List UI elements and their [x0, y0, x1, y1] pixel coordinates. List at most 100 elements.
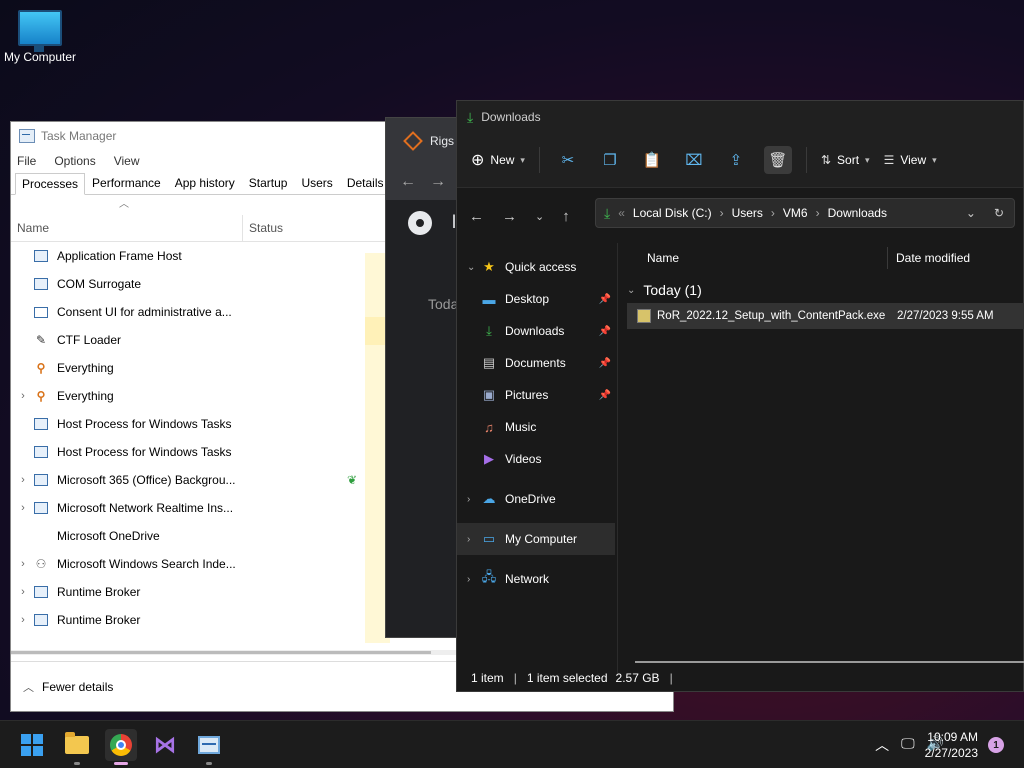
- nav-item-desktop[interactable]: ▬ Desktop 📌: [457, 283, 615, 315]
- visual-studio-icon: ⋈: [154, 732, 176, 757]
- music-icon: ♫: [484, 419, 494, 435]
- copy-icon[interactable]: ❐: [596, 146, 624, 174]
- tab-performance[interactable]: Performance: [85, 172, 168, 194]
- file-row[interactable]: RoR_2022.12_Setup_with_ContentPack.exe 2…: [627, 303, 1024, 329]
- process-name: Microsoft Windows Search Inde...: [57, 557, 236, 571]
- taskbar-visual-studio[interactable]: ⋈: [149, 729, 181, 761]
- fewer-details-label: Fewer details: [42, 679, 114, 694]
- navigation-pane: ⌄ ★ Quick access ▬ Desktop 📌 ⤓ Downloads…: [457, 243, 615, 663]
- chevron-right-icon[interactable]: ›: [13, 586, 33, 598]
- tab-processes[interactable]: Processes: [15, 173, 86, 195]
- chevron-right-icon[interactable]: ›: [13, 474, 33, 486]
- chevron-down-icon: ▾: [865, 154, 870, 165]
- forward-arrow-icon[interactable]: →: [430, 173, 446, 191]
- column-date-modified-header[interactable]: Date modified: [888, 251, 970, 265]
- recent-locations-icon[interactable]: ⌄: [535, 210, 544, 223]
- sort-arrows-icon: ⇅: [820, 153, 832, 167]
- horizontal-scrollbar[interactable]: [635, 661, 1024, 663]
- notification-badge[interactable]: 1: [988, 737, 1004, 753]
- chevron-right-icon[interactable]: ›: [467, 494, 481, 505]
- column-name-header[interactable]: Name: [11, 215, 243, 241]
- up-arrow-icon[interactable]: ↑: [562, 208, 570, 225]
- taskbar-chrome[interactable]: [105, 729, 137, 765]
- view-label: View: [900, 153, 927, 167]
- nav-item-downloads[interactable]: ⤓ Downloads 📌: [457, 315, 615, 347]
- new-button[interactable]: ⊕ New ▾: [471, 150, 525, 170]
- clock[interactable]: 10:09 AM 2/27/2023: [925, 729, 978, 761]
- process-name: Runtime Broker: [57, 613, 141, 627]
- delete-icon[interactable]: 🗑: [763, 146, 792, 174]
- tab-app-history[interactable]: App history: [168, 172, 242, 194]
- file-list: Name Date modified ⌄ Today (1) RoR_2022.…: [627, 243, 1024, 673]
- window-icon: [33, 445, 49, 459]
- nav-item-videos[interactable]: ▶ Videos: [457, 443, 615, 475]
- nav-item-pictures[interactable]: ▣ Pictures 📌: [457, 379, 615, 411]
- share-icon[interactable]: ⇪: [722, 146, 750, 174]
- pane-divider[interactable]: [617, 243, 618, 673]
- paste-icon[interactable]: 📋: [638, 146, 666, 174]
- magnifier-icon: ⚲: [36, 361, 46, 375]
- tab-details[interactable]: Details: [340, 172, 391, 194]
- video-icon: ▶: [484, 451, 494, 466]
- forward-arrow-icon[interactable]: →: [502, 208, 517, 225]
- desktop-my-computer[interactable]: My Computer: [2, 10, 78, 64]
- breadcrumb-downloads[interactable]: Downloads: [828, 206, 887, 220]
- start-button[interactable]: [16, 729, 48, 761]
- network-icon[interactable]: 🖵: [901, 735, 915, 755]
- chevron-right-icon[interactable]: ›: [467, 574, 481, 585]
- view-button[interactable]: ☰ View ▾: [884, 153, 937, 167]
- tab-startup[interactable]: Startup: [242, 172, 295, 194]
- process-name: Everything: [57, 389, 114, 403]
- tab-users[interactable]: Users: [294, 172, 339, 194]
- document-icon: ▤: [482, 355, 496, 370]
- task-manager-icon: [19, 129, 35, 143]
- breadcrumb-local-disk[interactable]: Local Disk (C:): [633, 206, 712, 220]
- cut-icon[interactable]: ✂: [554, 146, 582, 174]
- menu-options[interactable]: Options: [54, 154, 95, 168]
- column-name-header[interactable]: Name: [627, 247, 888, 269]
- nav-quick-access[interactable]: ⌄ ★ Quick access: [457, 251, 615, 283]
- status-item-count: 1 item: [471, 671, 504, 685]
- chevron-right-icon[interactable]: ›: [13, 614, 33, 626]
- explorer-titlebar[interactable]: ⤓ Downloads: [457, 101, 1023, 133]
- breadcrumb-users[interactable]: Users: [732, 206, 763, 220]
- chrome-today-text: Toda: [428, 296, 459, 312]
- address-bar[interactable]: ⤓ « Local Disk (C:) › Users › VM6 › Down…: [595, 198, 1015, 228]
- breadcrumb-overflow-icon[interactable]: «: [618, 206, 625, 220]
- refresh-icon[interactable]: ↻: [994, 206, 1004, 220]
- chevron-right-icon[interactable]: ›: [13, 558, 33, 570]
- pin-icon: 📌: [598, 357, 611, 369]
- chevron-right-icon[interactable]: ›: [13, 390, 33, 402]
- chevron-right-icon[interactable]: ›: [467, 534, 481, 545]
- nav-my-computer[interactable]: › ▭ My Computer: [457, 523, 615, 555]
- nav-onedrive[interactable]: › ☁ OneDrive: [457, 483, 615, 515]
- nav-my-computer-label: My Computer: [505, 532, 578, 546]
- taskbar-task-manager[interactable]: [193, 729, 225, 765]
- nav-label: Pictures: [505, 388, 549, 402]
- toolbar-separator: [805, 147, 807, 173]
- chevron-right-icon[interactable]: ›: [13, 502, 33, 514]
- menu-view[interactable]: View: [114, 154, 140, 168]
- desktop-icon: ▬: [482, 291, 496, 307]
- breadcrumb-vm6[interactable]: VM6: [783, 206, 808, 220]
- chevron-down-icon[interactable]: ⌄: [467, 262, 481, 273]
- new-label: New: [490, 153, 515, 167]
- chrome-logo-icon: [408, 211, 432, 235]
- sort-button[interactable]: ⇅ Sort ▾: [821, 153, 870, 167]
- taskbar-file-explorer[interactable]: [61, 729, 93, 765]
- menu-file[interactable]: File: [17, 154, 36, 168]
- nav-item-music[interactable]: ♫ Music: [457, 411, 615, 443]
- back-arrow-icon[interactable]: ←: [469, 208, 484, 225]
- nav-network[interactable]: › 🖧 Network: [457, 563, 615, 595]
- download-arrow-icon: ⤓: [467, 108, 474, 125]
- process-name: Application Frame Host: [57, 249, 182, 263]
- show-hidden-icons-icon[interactable]: ︿: [875, 735, 889, 755]
- back-arrow-icon[interactable]: ←: [400, 173, 416, 191]
- group-today[interactable]: ⌄ Today (1): [627, 277, 1024, 303]
- pin-icon: 📌: [598, 325, 611, 337]
- nav-item-documents[interactable]: ▤ Documents 📌: [457, 347, 615, 379]
- cloud-icon: ☁: [482, 491, 496, 506]
- column-status-header[interactable]: Status: [243, 215, 359, 241]
- address-dropdown-icon[interactable]: ⌄: [966, 206, 976, 220]
- rename-icon[interactable]: ⌧: [680, 146, 708, 174]
